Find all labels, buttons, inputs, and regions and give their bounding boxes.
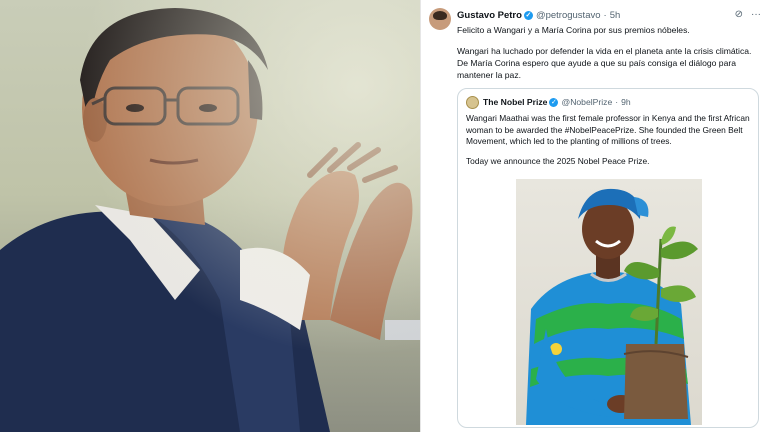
maathai-figure [526,188,698,425]
tweet-paragraph-2: Wangari ha luchado por defender la vida … [457,46,752,80]
dot-separator: · [603,10,607,21]
verified-badge-icon: ✓ [549,98,559,107]
header-actions: ⊘ ··· [727,9,761,20]
more-icon[interactable]: ··· [751,9,761,20]
verified-badge-icon: ✓ [523,10,533,20]
quote-paragraph-2: Today we announce the 2025 Nobel Peace P… [466,155,650,166]
quote-body: Wangari Maathai was the first female pro… [466,113,750,175]
dot-separator: · [615,96,619,107]
tweet-body: Felicito a Wangari y a María Corina por … [457,24,757,90]
author-handle[interactable]: @petrogustavo [536,10,601,21]
quote-time: 9h [621,96,631,107]
photo-background [0,0,420,432]
petro-photo [0,0,420,432]
tweet-paragraph-1: Felicito a Wangari y a María Corina por … [457,25,690,35]
tweet-author[interactable]: Gustavo Petro ✓ @petrogustavo · 5h [457,10,620,21]
author-name[interactable]: Gustavo Petro [457,10,522,21]
grok-icon[interactable]: ⊘ [735,9,743,20]
tweet-panel: Gustavo Petro ✓ @petrogustavo · 5h ⊘ ··· Feli… [420,0,768,432]
petro-avatar[interactable] [429,8,451,30]
nobel-avatar [466,96,479,109]
quote-author-handle: @NobelPrize [561,96,613,107]
quote-author-name: The Nobel Prize [483,96,548,107]
quote-paragraph-1: Wangari Maathai was the first female pro… [466,113,750,146]
maathai-photo[interactable] [516,179,702,425]
tweet-time[interactable]: 5h [610,10,621,21]
quote-header: The Nobel Prize ✓ @NobelPrize · 9h [466,96,631,109]
quoted-tweet[interactable]: The Nobel Prize ✓ @NobelPrize · 9h Wangari M… [457,88,759,428]
